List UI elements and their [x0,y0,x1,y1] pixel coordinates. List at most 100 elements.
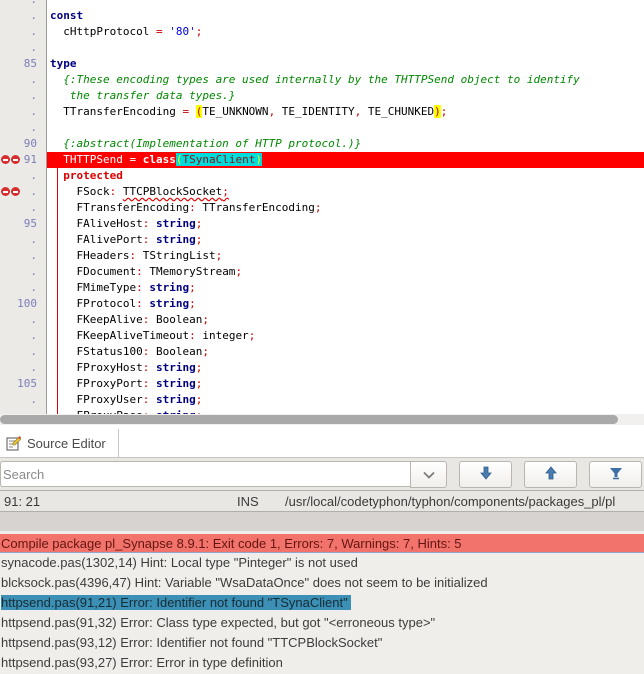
code-line[interactable]: 95 FAliveHost: string; [0,216,644,232]
search-options-button[interactable] [589,461,642,488]
code-text: FProtocol: string; [47,296,644,312]
code-line[interactable]: . [0,0,644,8]
code-line[interactable]: . the transfer data types.} [0,88,644,104]
code-line[interactable]: 100 FProtocol: string; [0,296,644,312]
code-line[interactable]: . protected [0,168,644,184]
tab-source-editor[interactable]: Source Editor [0,429,119,457]
code-text: FKeepAlive: Boolean; [47,312,644,328]
code-line[interactable]: . cHttpProtocol = '80'; [0,24,644,40]
line-number: . [0,0,46,8]
gutter-cell[interactable]: . [0,104,47,120]
line-number: . [0,328,46,344]
message-row[interactable]: httpsend.pas(91,32) Error: Class type ex… [0,613,644,633]
message-text: httpsend.pas(91,32) Error: Class type ex… [1,615,435,630]
code-text: FAlivePort: string; [47,232,644,248]
gutter-cell[interactable]: . [0,120,47,136]
gutter-cell[interactable]: . [0,72,47,88]
code-text: FProxyPort: string; [47,376,644,392]
line-number: . [0,408,46,414]
line-number: . [0,312,46,328]
code-line[interactable]: . [0,40,644,56]
search-next-button[interactable] [459,461,512,488]
file-path: /usr/local/codetyphon/typhon/components/… [285,494,615,509]
code-line[interactable]: . FProxyUser: string; [0,392,644,408]
code-line[interactable]: . FHeaders: TStringList; [0,248,644,264]
code-line[interactable]: . FAlivePort: string; [0,232,644,248]
gutter-cell[interactable]: . [0,408,47,414]
code-line[interactable]: .const [0,8,644,24]
line-number: . [0,104,46,120]
message-row[interactable]: Compile package pl_Synapse 8.9.1: Exit c… [0,534,644,553]
gutter-cell[interactable]: . [0,0,47,8]
error-marker-icon [1,155,10,164]
window-gap [0,512,644,531]
cursor-position: 91: 21 [0,494,237,509]
code-line[interactable]: . FProxyHost: string; [0,360,644,376]
code-line[interactable]: 90 {:abstract(Implementation of HTTP pro… [0,136,644,152]
line-number: . [0,200,46,216]
line-number: . [0,248,46,264]
gutter-cell[interactable]: . [0,184,47,200]
gutter-cell[interactable]: . [0,24,47,40]
gutter-cell[interactable]: 95 [0,216,47,232]
error-marker-icon [1,187,10,196]
code-line[interactable]: . FMimeType: string; [0,280,644,296]
line-number: . [0,40,46,56]
gutter-cell[interactable]: . [0,88,47,104]
line-number: 90 [0,136,46,152]
gutter-cell[interactable]: . [0,392,47,408]
gutter-cell[interactable]: . [0,8,47,24]
code-text: FDocument: TMemoryStream; [47,264,644,280]
search-toolbar [0,458,644,490]
horizontal-scrollbar-thumb[interactable] [0,415,618,424]
search-input[interactable] [0,461,410,487]
arrow-down-icon [479,466,493,483]
code-line[interactable]: . FSock: TTCPBlockSocket; [0,184,644,200]
code-line[interactable]: . FTransferEncoding: TTransferEncoding; [0,200,644,216]
code-line[interactable]: . FProxyPass: string; [0,408,644,414]
editor-status-bar: 91: 21 INS /usr/local/codetyphon/typhon/… [0,490,644,512]
gutter-cell[interactable]: . [0,280,47,296]
code-line[interactable]: . FDocument: TMemoryStream; [0,264,644,280]
gutter-cell[interactable]: . [0,232,47,248]
gutter-cell[interactable]: . [0,168,47,184]
gutter-cell[interactable]: . [0,200,47,216]
line-number: . [0,8,46,24]
gutter-cell[interactable]: 100 [0,296,47,312]
source-editor[interactable]: ..const. cHttpProtocol = '80';.85type. {… [0,0,644,414]
code-line[interactable]: . TTransferEncoding = (TE_UNKNOWN, TE_ID… [0,104,644,120]
message-row[interactable]: blcksock.pas(4396,47) Hint: Variable "Ws… [0,573,644,593]
code-text: FTransferEncoding: TTransferEncoding; [47,200,644,216]
code-line[interactable]: 91 THTTPSend = class(TSynaClient) [0,152,644,168]
search-previous-button[interactable] [524,461,577,488]
message-row[interactable]: httpsend.pas(93,27) Error: Error in type… [0,653,644,673]
gutter-cell[interactable]: 91 [0,152,47,168]
code-line[interactable]: 85type [0,56,644,72]
gutter-cell[interactable]: . [0,328,47,344]
code-line[interactable]: . [0,120,644,136]
code-line[interactable]: 105 FProxyPort: string; [0,376,644,392]
code-text: {:These encoding types are used internal… [47,72,644,88]
horizontal-scrollbar[interactable] [0,414,644,425]
gutter-cell[interactable]: . [0,344,47,360]
line-number: . [0,280,46,296]
gutter-cell[interactable]: . [0,312,47,328]
search-history-dropdown-button[interactable] [410,461,447,488]
message-row[interactable]: synacode.pas(1302,14) Hint: Local type "… [0,553,644,573]
code-text: FSock: TTCPBlockSocket; [47,184,644,200]
gutter-cell[interactable]: 105 [0,376,47,392]
gutter-cell[interactable]: 90 [0,136,47,152]
code-line[interactable]: . FKeepAliveTimeout: integer; [0,328,644,344]
gutter-cell[interactable]: . [0,264,47,280]
gutter-cell[interactable]: 85 [0,56,47,72]
gutter-cell[interactable]: . [0,248,47,264]
gutter-cell[interactable]: . [0,40,47,56]
code-line[interactable]: . {:These encoding types are used intern… [0,72,644,88]
code-text [47,40,644,56]
message-text: httpsend.pas(91,21) Error: Identifier no… [1,595,351,610]
message-row[interactable]: httpsend.pas(91,21) Error: Identifier no… [0,593,644,613]
message-row[interactable]: httpsend.pas(93,12) Error: Identifier no… [0,633,644,653]
gutter-cell[interactable]: . [0,360,47,376]
code-line[interactable]: . FStatus100: Boolean; [0,344,644,360]
code-line[interactable]: . FKeepAlive: Boolean; [0,312,644,328]
